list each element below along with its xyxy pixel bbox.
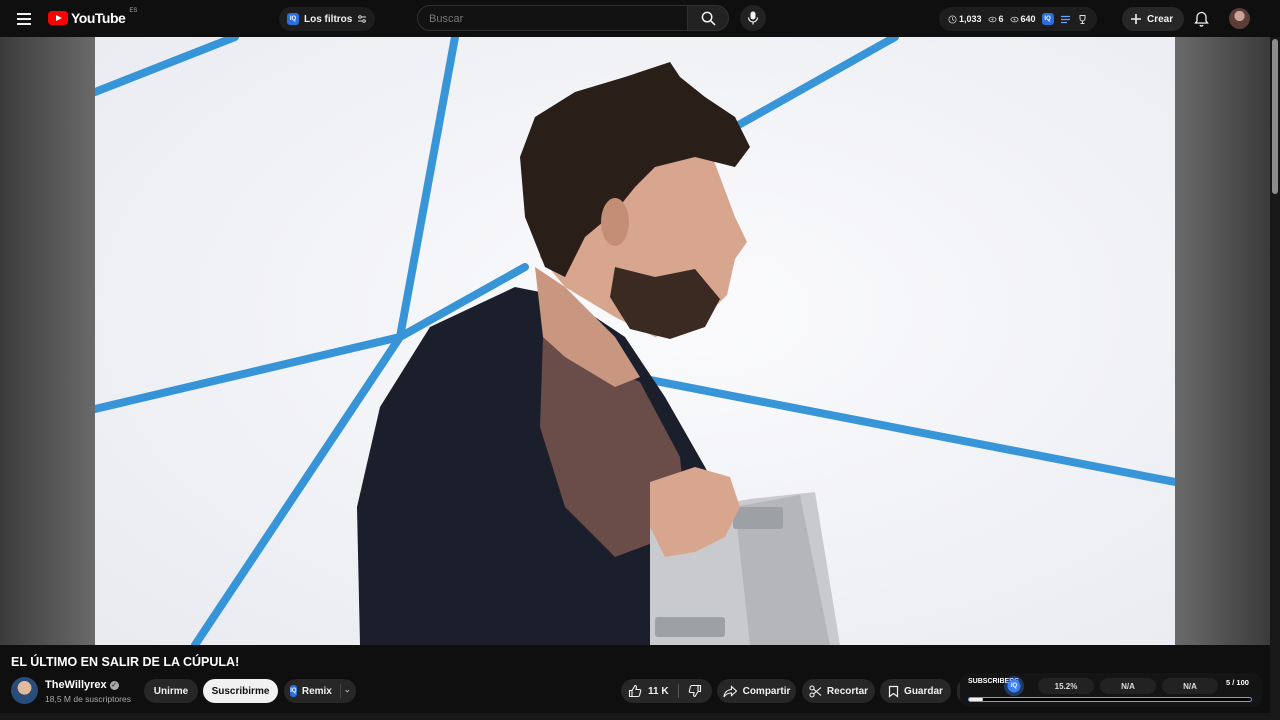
top-bar: YouTube ES IQ Los filtros 1,033 6 640 IQ	[0, 0, 1280, 37]
create-button[interactable]: Crear	[1122, 7, 1185, 31]
bottom-strip	[0, 713, 1270, 720]
extension-stats[interactable]: 1,033 6 640 IQ	[939, 7, 1097, 31]
iq-badge-icon: IQ	[290, 685, 297, 697]
search-icon	[701, 11, 715, 25]
search-button[interactable]	[687, 5, 729, 31]
stat-2-value: 6	[998, 14, 1004, 24]
share-icon	[723, 684, 737, 697]
channel-name: TheWillyrex	[45, 679, 107, 691]
stat-views: 1,033	[948, 14, 982, 24]
search-field[interactable]	[417, 5, 700, 32]
scissors-icon	[809, 684, 822, 698]
voice-search-button[interactable]	[740, 5, 766, 31]
subscribe-button[interactable]: Suscribirme	[203, 679, 278, 703]
chevron-down-icon[interactable]	[345, 688, 350, 694]
widget-progress-fill	[969, 698, 984, 701]
bookmark-icon	[888, 685, 899, 698]
video-title: EL ÚLTIMO EN SALIR DE LA CÚPULA!	[11, 655, 240, 669]
stat-views-value: 1,033	[959, 14, 982, 24]
youtube-logo[interactable]: YouTube ES	[48, 8, 138, 26]
menu-icon[interactable]	[12, 7, 36, 31]
iq-badge-icon[interactable]: IQ	[1041, 13, 1054, 25]
plus-icon	[1131, 14, 1141, 24]
ambient-left	[0, 37, 95, 645]
thumbs-down-icon	[688, 684, 702, 698]
clock-icon	[948, 14, 957, 24]
verified-icon: ✓	[109, 680, 119, 690]
iq-badge-icon: IQ	[287, 13, 299, 25]
join-button[interactable]: Unirme	[144, 679, 198, 703]
eye-icon	[987, 16, 997, 22]
channel-avatar[interactable]	[11, 677, 38, 704]
filters-button[interactable]: IQ Los filtros	[279, 7, 376, 31]
stat-3-value: 640	[1020, 14, 1036, 24]
filters-label: Los filtros	[304, 13, 353, 25]
save-button[interactable]: Guardar	[880, 679, 951, 703]
clip-button[interactable]: Recortar	[802, 679, 875, 703]
logo-text: YouTube	[71, 10, 126, 26]
sliders-icon	[358, 15, 367, 23]
create-label: Crear	[1147, 13, 1174, 25]
list-icon[interactable]	[1060, 15, 1071, 24]
play-logo-icon	[48, 11, 68, 25]
remix-label: Remix	[301, 685, 332, 697]
save-label: Guardar	[904, 685, 943, 697]
channel-name-link[interactable]: TheWillyrex ✓	[45, 679, 119, 691]
notifications-button[interactable]	[1190, 8, 1212, 30]
like-count: 11 K	[648, 685, 669, 697]
video-frame	[95, 37, 1175, 645]
divider	[339, 684, 341, 698]
widget-count: 5 / 100	[1226, 678, 1249, 687]
subscriber-goal-widget: SUBSCRIBERS 15.2% N/A N/A 5 / 100 IQ	[960, 673, 1262, 707]
widget-iq-knob[interactable]: IQ	[1004, 676, 1024, 696]
clip-label: Recortar	[826, 685, 869, 697]
subscriber-count: 18,5 M de suscriptores	[45, 694, 131, 704]
account-avatar[interactable]	[1229, 8, 1250, 29]
search-input[interactable]	[418, 6, 700, 32]
eye-icon	[1009, 16, 1019, 22]
widget-progress-track	[968, 697, 1252, 702]
logo-country-code: ES	[129, 8, 138, 14]
stat-2: 6	[987, 14, 1004, 24]
trophy-icon[interactable]	[1077, 14, 1088, 25]
bell-icon	[1193, 11, 1209, 27]
video-player[interactable]	[95, 37, 1175, 645]
like-button[interactable]: 11 K	[621, 679, 678, 703]
widget-percent: 15.2%	[1038, 678, 1094, 694]
like-dislike-group: 11 K	[621, 679, 712, 703]
page-scrollbar-thumb[interactable]	[1272, 39, 1278, 194]
share-button[interactable]: Compartir	[717, 679, 796, 703]
widget-na-2: N/A	[1162, 678, 1218, 694]
widget-na-1: N/A	[1100, 678, 1156, 694]
ambient-right	[1175, 37, 1270, 645]
share-label: Compartir	[742, 685, 791, 697]
stat-3: 640	[1009, 14, 1036, 24]
microphone-icon	[747, 11, 759, 25]
dislike-button[interactable]	[679, 679, 712, 703]
remix-button[interactable]: IQ Remix	[284, 679, 356, 703]
thumbs-up-icon	[628, 684, 642, 698]
